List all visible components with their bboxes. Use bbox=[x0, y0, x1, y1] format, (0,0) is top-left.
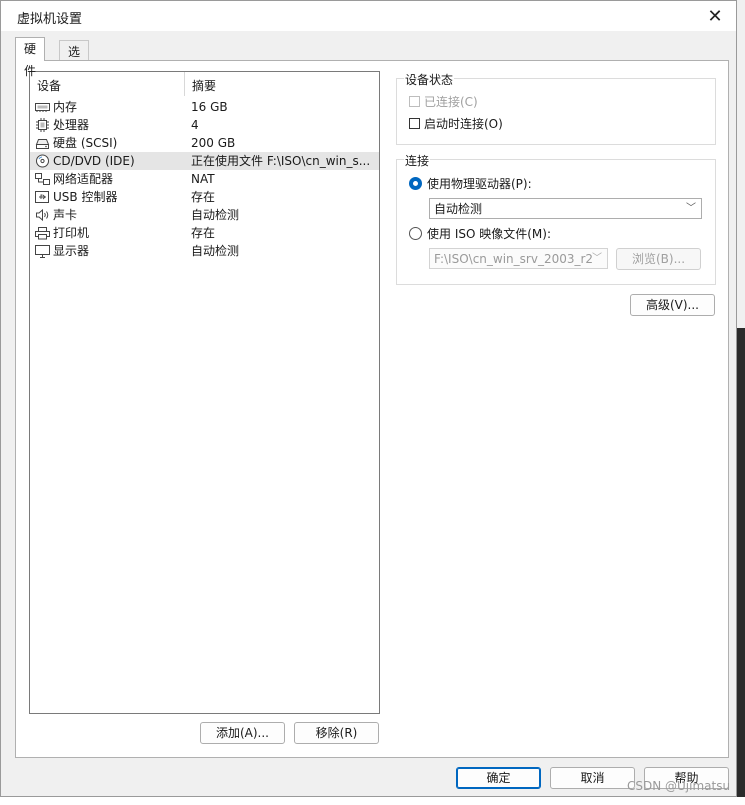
device-name: USB 控制器 bbox=[53, 190, 118, 204]
dialog-title: 虚拟机设置 bbox=[17, 12, 83, 27]
device-summary: 正在使用文件 F:\ISO\cn_win_s... bbox=[191, 154, 371, 168]
cancel-button[interactable]: 取消 bbox=[550, 767, 635, 789]
device-summary: NAT bbox=[191, 172, 215, 186]
device-name: 处理器 bbox=[53, 118, 90, 132]
watermark-text: CSDN @Ujimatsu bbox=[627, 779, 731, 793]
iso-path-value: F:\ISO\cn_win_srv_2003_r2 bbox=[434, 252, 594, 266]
close-icon: ✕ bbox=[707, 5, 723, 27]
connect-at-power-on-label: 启动时连接(O) bbox=[424, 117, 503, 131]
device-name: 硬盘 (SCSI) bbox=[53, 136, 118, 150]
background-dark-area bbox=[737, 328, 745, 798]
device-summary: 4 bbox=[191, 118, 199, 132]
cd-dvd-icon bbox=[35, 154, 50, 168]
chevron-down-icon: ﹀ bbox=[686, 203, 696, 214]
device-name: 网络适配器 bbox=[53, 172, 114, 186]
device-summary: 存在 bbox=[191, 226, 216, 240]
background-strip bbox=[0, 797, 745, 805]
radio-selected-indicator bbox=[409, 177, 422, 190]
device-summary: 存在 bbox=[191, 190, 216, 204]
device-summary: 16 GB bbox=[191, 100, 228, 114]
usb-icon bbox=[35, 190, 50, 204]
tab-options[interactable]: 选项 bbox=[59, 40, 90, 81]
device-status-title: 设备状态 bbox=[404, 71, 455, 88]
add-device-button[interactable]: 添加(A)... bbox=[200, 722, 285, 744]
column-header-summary[interactable]: 摘要 bbox=[185, 72, 379, 96]
iso-path-combobox[interactable]: F:\ISO\cn_win_srv_2003_r2 ﹀ bbox=[429, 248, 608, 269]
physical-drive-value: 自动检测 bbox=[434, 202, 483, 216]
device-row-memory[interactable]: 内存 16 GB bbox=[30, 98, 379, 116]
device-summary: 200 GB bbox=[191, 136, 236, 150]
device-list-header: 设备 摘要 bbox=[30, 72, 379, 96]
physical-drive-radio[interactable]: 使用物理驱动器(P): bbox=[409, 175, 532, 192]
advanced-button[interactable]: 高级(V)... bbox=[630, 294, 715, 316]
radio-unselected-indicator bbox=[409, 227, 422, 240]
device-status-group bbox=[396, 78, 716, 145]
device-name: 打印机 bbox=[53, 226, 90, 240]
device-name: 内存 bbox=[53, 100, 78, 114]
hard-disk-icon bbox=[35, 136, 50, 150]
physical-drive-select[interactable]: 自动检测 ﹀ bbox=[429, 198, 702, 219]
connection-title: 连接 bbox=[404, 152, 431, 169]
device-row-cd-dvd[interactable]: CD/DVD (IDE) 正在使用文件 F:\ISO\cn_win_s... bbox=[30, 152, 379, 170]
connected-label: 已连接(C) bbox=[424, 95, 478, 109]
column-header-device[interactable]: 设备 bbox=[30, 72, 185, 96]
checkbox-box bbox=[409, 118, 420, 129]
connected-checkbox[interactable]: 已连接(C) bbox=[409, 93, 478, 110]
monitor-icon bbox=[35, 244, 50, 258]
chevron-down-icon: ﹀ bbox=[592, 249, 602, 268]
iso-image-radio[interactable]: 使用 ISO 映像文件(M): bbox=[409, 225, 551, 242]
network-adapter-icon bbox=[35, 172, 50, 186]
title-bar: 虚拟机设置 ✕ bbox=[1, 1, 736, 31]
device-name: 声卡 bbox=[53, 208, 78, 222]
device-name: 显示器 bbox=[53, 244, 90, 258]
printer-icon bbox=[35, 226, 50, 240]
speaker-icon bbox=[35, 208, 50, 222]
iso-image-label: 使用 ISO 映像文件(M): bbox=[427, 227, 551, 241]
device-summary: 自动检测 bbox=[191, 208, 240, 222]
device-row-network-adapter[interactable]: 网络适配器 NAT bbox=[30, 170, 379, 188]
device-summary: 自动检测 bbox=[191, 244, 240, 258]
device-row-printer[interactable]: 打印机 存在 bbox=[30, 224, 379, 242]
tab-hardware[interactable]: 硬件 bbox=[15, 37, 46, 78]
device-row-processor[interactable]: 处理器 4 bbox=[30, 116, 379, 134]
connect-at-power-on-checkbox[interactable]: 启动时连接(O) bbox=[409, 115, 503, 132]
cpu-icon bbox=[35, 118, 50, 132]
memory-icon bbox=[35, 100, 50, 114]
ok-button[interactable]: 确定 bbox=[456, 767, 541, 789]
device-row-display[interactable]: 显示器 自动检测 bbox=[30, 242, 379, 260]
device-row-usb-controller[interactable]: USB 控制器 存在 bbox=[30, 188, 379, 206]
device-name: CD/DVD (IDE) bbox=[53, 154, 135, 168]
remove-device-button[interactable]: 移除(R) bbox=[294, 722, 379, 744]
checkbox-box bbox=[409, 96, 420, 107]
browse-button[interactable]: 浏览(B)... bbox=[616, 248, 701, 270]
close-button[interactable]: ✕ bbox=[700, 3, 730, 29]
physical-drive-label: 使用物理驱动器(P): bbox=[427, 177, 532, 191]
device-row-hard-disk[interactable]: 硬盘 (SCSI) 200 GB bbox=[30, 134, 379, 152]
device-row-sound-card[interactable]: 声卡 自动检测 bbox=[30, 206, 379, 224]
device-list[interactable]: 设备 摘要 内存 16 GB 处理器 4 硬盘 (SCSI) 200 GB CD… bbox=[29, 71, 380, 714]
